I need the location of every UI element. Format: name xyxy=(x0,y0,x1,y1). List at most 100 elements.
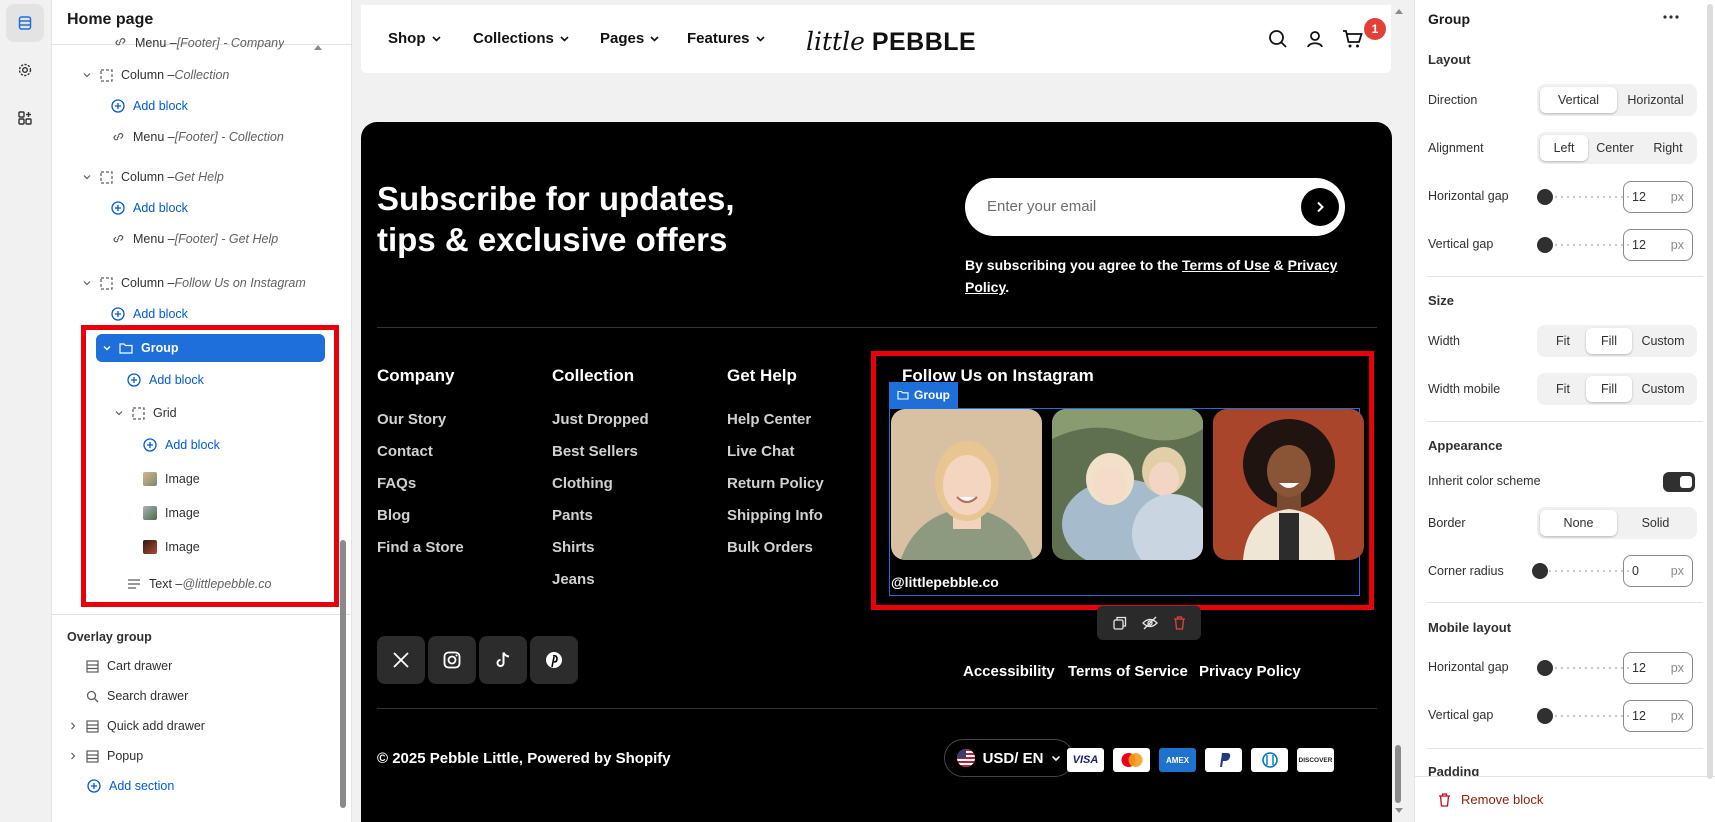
add-block-button[interactable]: Add block xyxy=(110,91,188,121)
border-none[interactable]: None xyxy=(1540,510,1617,536)
chevron-down-icon[interactable] xyxy=(80,279,94,287)
hide-icon[interactable] xyxy=(1141,616,1158,630)
terms-link[interactable]: Terms of Use xyxy=(1182,257,1270,273)
terms-of-service-link[interactable]: Terms of Service xyxy=(1068,663,1188,680)
inherit-color-toggle[interactable] xyxy=(1663,472,1695,492)
chevron-right-icon[interactable] xyxy=(66,752,80,760)
remove-block-button[interactable]: Remove block xyxy=(1438,792,1543,807)
corner-radius-input[interactable]: 0 px xyxy=(1623,555,1693,587)
corner-radius-slider[interactable] xyxy=(1532,563,1632,579)
more-options-icon[interactable] xyxy=(1663,14,1679,20)
chevron-down-icon[interactable] xyxy=(80,71,94,79)
scroll-down-arrow[interactable] xyxy=(1395,808,1403,814)
mobile-vertical-gap-input[interactable]: 12 px xyxy=(1623,700,1693,732)
overlay-item-quick-add-drawer[interactable]: Quick add drawer xyxy=(66,711,205,741)
footer-link[interactable]: Find a Store xyxy=(377,539,464,556)
cart-icon[interactable] xyxy=(1342,29,1364,49)
input-unit: px xyxy=(1670,190,1684,204)
add-block-button[interactable]: Add block xyxy=(110,193,188,223)
search-icon[interactable] xyxy=(1268,29,1288,49)
footer-link[interactable]: Contact xyxy=(377,443,433,460)
tree-item-name: Follow Us on Instagram xyxy=(174,276,306,290)
mobile-vertical-gap-slider[interactable] xyxy=(1537,708,1632,724)
overlay-item-search-drawer[interactable]: Search drawer xyxy=(84,681,188,711)
nav-shop[interactable]: Shop xyxy=(388,30,441,47)
horizontal-gap-slider[interactable] xyxy=(1537,189,1632,205)
sidebar-scrollbar[interactable] xyxy=(340,540,346,808)
block-settings-panel: Group Layout Direction Vertical Horizont… xyxy=(1414,0,1715,822)
overlay-item-cart-drawer[interactable]: Cart drawer xyxy=(84,651,172,681)
sections-icon[interactable] xyxy=(6,4,44,42)
footer-link[interactable]: Best Sellers xyxy=(552,443,638,460)
footer-link[interactable]: Pants xyxy=(552,507,593,524)
gear-icon[interactable] xyxy=(6,51,44,89)
overlay-item-popup[interactable]: Popup xyxy=(66,741,143,771)
privacy-policy-link[interactable]: Privacy Policy xyxy=(1199,663,1301,680)
nav-features[interactable]: Features xyxy=(687,30,765,47)
tree-item-column-collection[interactable]: Column – Collection xyxy=(80,60,229,90)
border-solid[interactable]: Solid xyxy=(1617,510,1694,536)
direction-vertical[interactable]: Vertical xyxy=(1540,87,1617,113)
width-fit[interactable]: Fit xyxy=(1540,328,1586,354)
mastercard-icon xyxy=(1113,748,1150,772)
subscribe-button[interactable] xyxy=(1301,188,1339,226)
x-social-button[interactable] xyxy=(377,636,425,684)
footer-link[interactable]: Blog xyxy=(377,507,410,524)
preview-scrollbar[interactable] xyxy=(1395,745,1401,803)
panel-scrollbar[interactable] xyxy=(1707,4,1713,779)
footer-link[interactable]: Our Story xyxy=(377,411,446,428)
duplicate-icon[interactable] xyxy=(1112,616,1127,630)
currency-selector[interactable]: USD/ EN xyxy=(944,739,1074,777)
email-input[interactable]: Enter your email xyxy=(965,178,1345,236)
vertical-gap-input[interactable]: 12 px xyxy=(1623,229,1693,261)
width-custom[interactable]: Custom xyxy=(1632,328,1694,354)
direction-horizontal[interactable]: Horizontal xyxy=(1617,87,1694,113)
tree-item-menu-get-help[interactable]: Menu – [Footer] - Get Help xyxy=(110,224,278,254)
store-logo[interactable]: little PEBBLE xyxy=(806,27,976,57)
alignment-right[interactable]: Right xyxy=(1642,135,1694,161)
scroll-up-arrow[interactable] xyxy=(1395,8,1403,14)
chevron-down-icon[interactable] xyxy=(80,173,94,181)
footer-link[interactable]: Shipping Info xyxy=(727,507,823,524)
width-mobile-fit[interactable]: Fit xyxy=(1540,376,1586,402)
accessibility-link[interactable]: Accessibility xyxy=(963,663,1055,680)
tiktok-social-button[interactable] xyxy=(479,636,527,684)
footer-link[interactable]: Just Dropped xyxy=(552,411,649,428)
tree-item-column-instagram[interactable]: Column – Follow Us on Instagram xyxy=(80,268,306,298)
tree-item-menu-company[interactable]: Menu – [Footer] - Company xyxy=(112,28,284,50)
instagram-social-button[interactable] xyxy=(428,636,476,684)
scroll-up-arrow[interactable] xyxy=(314,44,322,50)
corner-radius-label: Corner radius xyxy=(1428,564,1504,578)
vertical-gap-slider[interactable] xyxy=(1537,237,1632,253)
account-icon[interactable] xyxy=(1305,29,1325,49)
footer-link[interactable]: Live Chat xyxy=(727,443,795,460)
footer-link[interactable]: Bulk Orders xyxy=(727,539,813,556)
footer-link[interactable]: Clothing xyxy=(552,475,613,492)
mobile-horizontal-gap-input[interactable]: 12 px xyxy=(1623,652,1693,684)
nav-pages[interactable]: Pages xyxy=(600,30,659,47)
apps-icon[interactable] xyxy=(6,99,44,137)
nav-collections[interactable]: Collections xyxy=(473,30,569,47)
chevron-right-icon[interactable] xyxy=(66,722,80,730)
alignment-left[interactable]: Left xyxy=(1540,135,1588,161)
size-heading: Size xyxy=(1428,293,1455,308)
horizontal-gap-input[interactable]: 12 px xyxy=(1623,181,1693,213)
trash-icon[interactable] xyxy=(1173,616,1186,630)
mobile-horizontal-gap-slider[interactable] xyxy=(1537,660,1632,676)
pinterest-social-button[interactable] xyxy=(530,636,578,684)
footer-link[interactable]: Help Center xyxy=(727,411,811,428)
footer-link[interactable]: Return Policy xyxy=(727,475,824,492)
footer-link[interactable]: Jeans xyxy=(552,571,595,588)
footer-link[interactable]: Shirts xyxy=(552,539,595,556)
width-fill[interactable]: Fill xyxy=(1586,328,1632,354)
chevron-down-icon xyxy=(560,34,569,43)
width-mobile-custom[interactable]: Custom xyxy=(1632,376,1694,402)
width-mobile-fill[interactable]: Fill xyxy=(1586,376,1632,402)
alignment-center[interactable]: Center xyxy=(1588,135,1642,161)
add-section-button[interactable]: Add section xyxy=(86,771,174,801)
tree-item-menu-collection[interactable]: Menu – [Footer] - Collection xyxy=(110,122,284,152)
tree-item-column-get-help[interactable]: Column – Get Help xyxy=(80,162,224,192)
input-unit: px xyxy=(1670,564,1684,578)
footer-link[interactable]: FAQs xyxy=(377,475,416,492)
footer-column-heading: Collection xyxy=(552,366,635,385)
